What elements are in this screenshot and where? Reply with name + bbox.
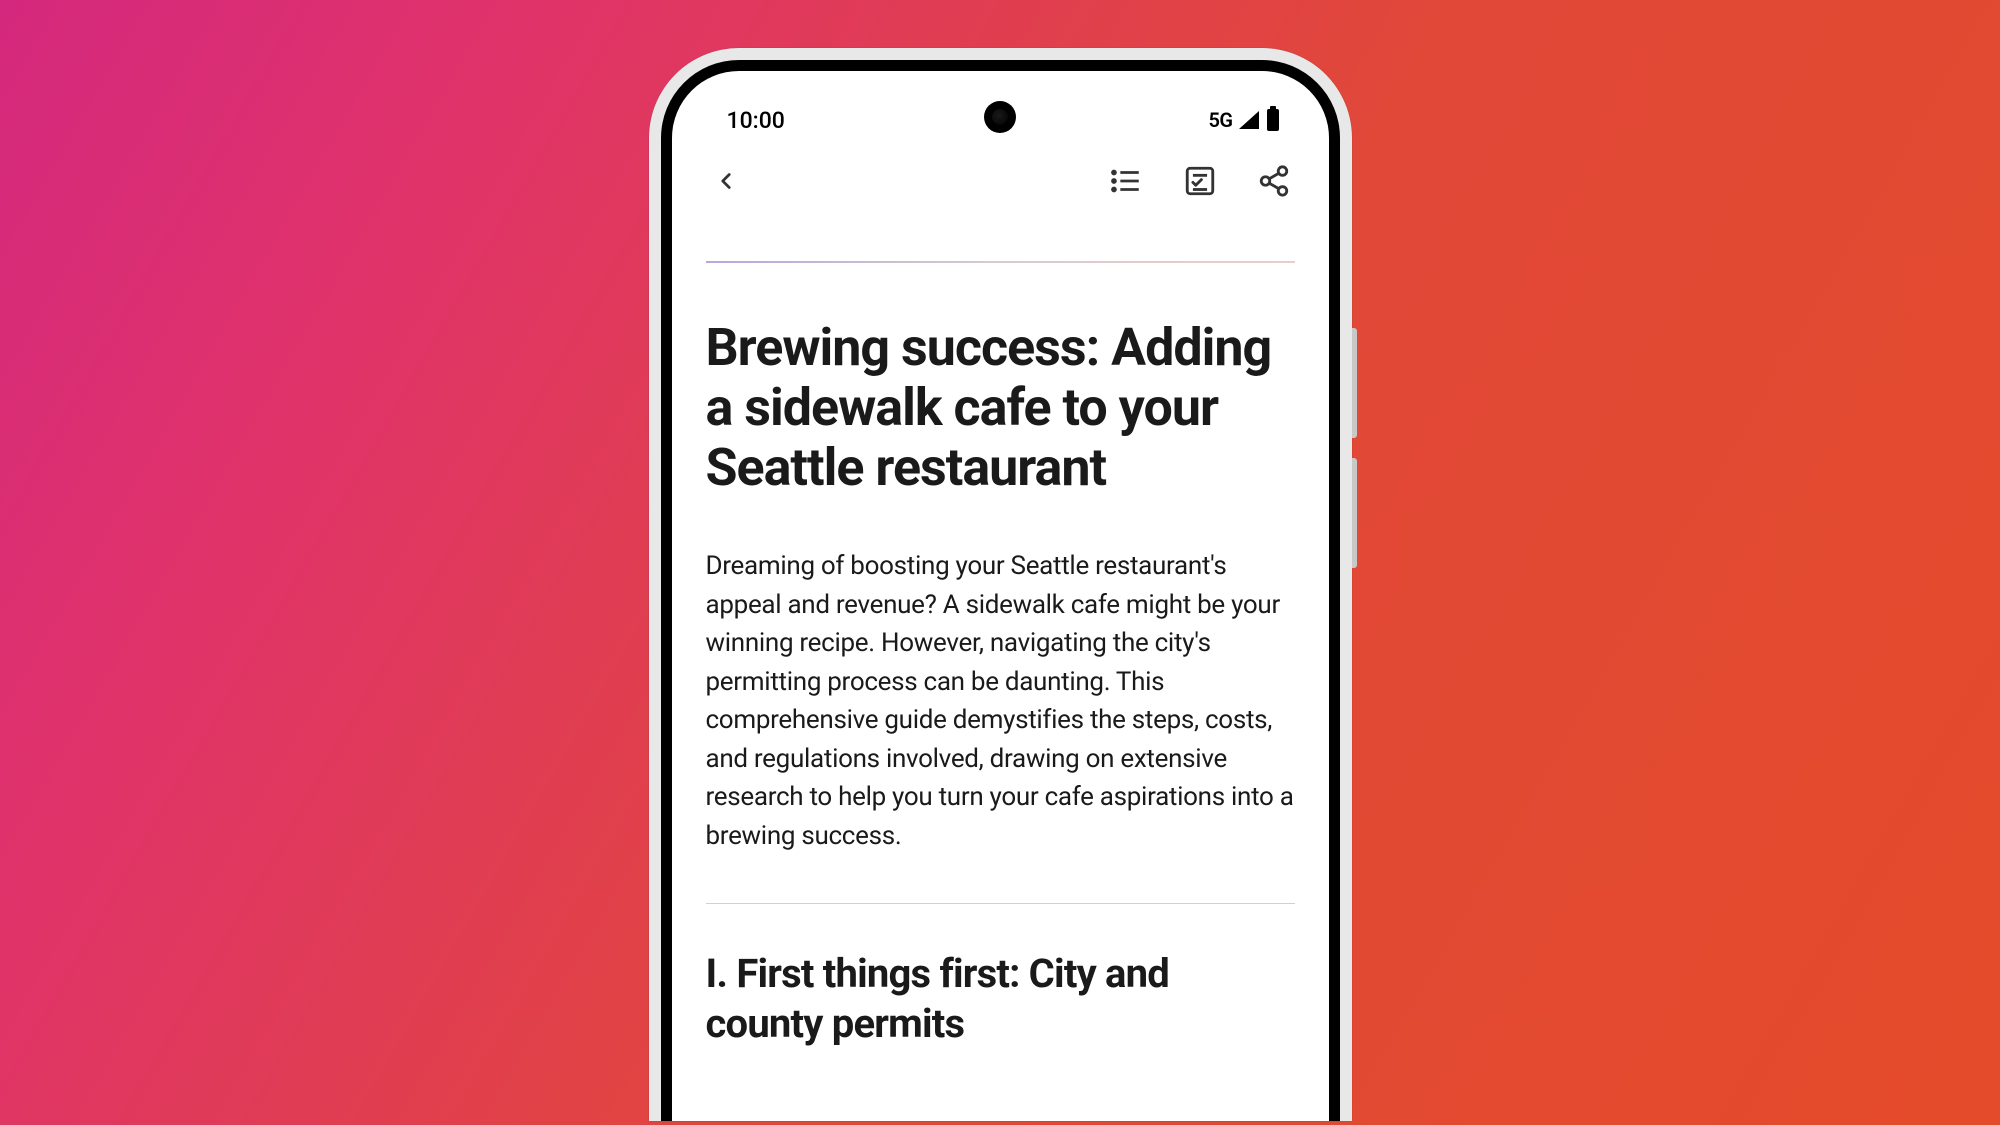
checklist-button[interactable]	[1183, 164, 1217, 198]
power-button	[1352, 458, 1357, 568]
section-heading: I. First things first: City and county p…	[706, 949, 1295, 1049]
network-label: 5G	[1208, 108, 1232, 132]
status-time: 10:00	[727, 107, 785, 134]
status-indicators: 5G	[1208, 108, 1278, 132]
signal-icon	[1239, 111, 1259, 129]
share-button[interactable]	[1257, 164, 1291, 198]
app-toolbar	[672, 139, 1329, 221]
section-divider	[706, 903, 1295, 904]
battery-icon	[1267, 109, 1279, 131]
phone-frame: 10:00 5G	[649, 48, 1352, 1121]
list-icon	[1109, 164, 1143, 198]
chevron-left-icon	[713, 168, 739, 194]
article-content: Brewing success: Adding a sidewalk cafe …	[672, 221, 1329, 1049]
article-intro: Dreaming of boosting your Seattle restau…	[706, 547, 1295, 855]
checklist-icon	[1183, 164, 1217, 198]
toolbar-actions	[1109, 164, 1291, 198]
list-button[interactable]	[1109, 164, 1143, 198]
phone-screen: 10:00 5G	[672, 71, 1329, 1121]
article-title: Brewing success: Adding a sidewalk cafe …	[706, 318, 1295, 497]
phone-bezel: 10:00 5G	[661, 60, 1340, 1121]
share-icon	[1257, 164, 1291, 198]
back-button[interactable]	[706, 161, 746, 201]
gradient-divider	[706, 261, 1295, 263]
camera-hole	[984, 101, 1016, 133]
volume-button	[1352, 328, 1357, 438]
